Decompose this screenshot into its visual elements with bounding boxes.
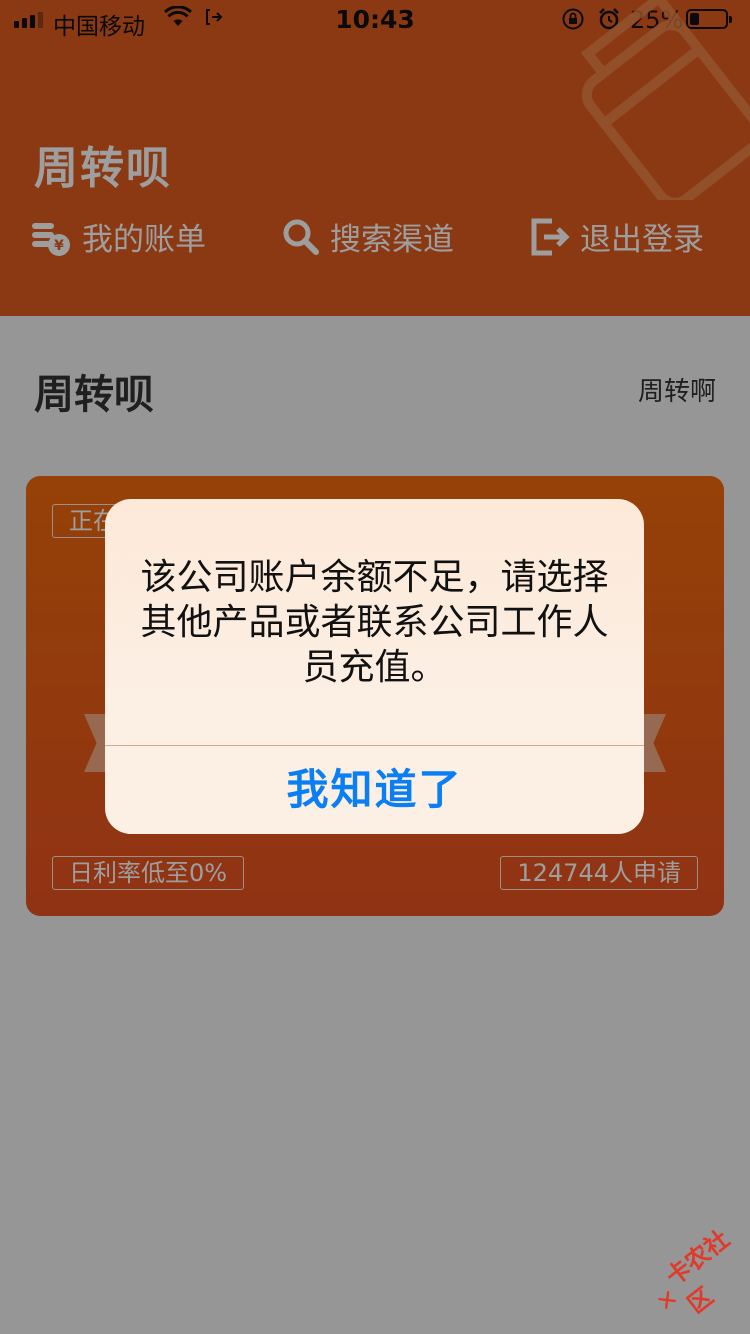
alert-dialog: 该公司账户余额不足，请选择其他产品或者联系公司工作人员充值。 我知道了 — [105, 499, 644, 834]
alert-message: 该公司账户余额不足，请选择其他产品或者联系公司工作人员充值。 — [140, 557, 609, 688]
alert-ok-button[interactable]: 我知道了 — [105, 746, 644, 834]
